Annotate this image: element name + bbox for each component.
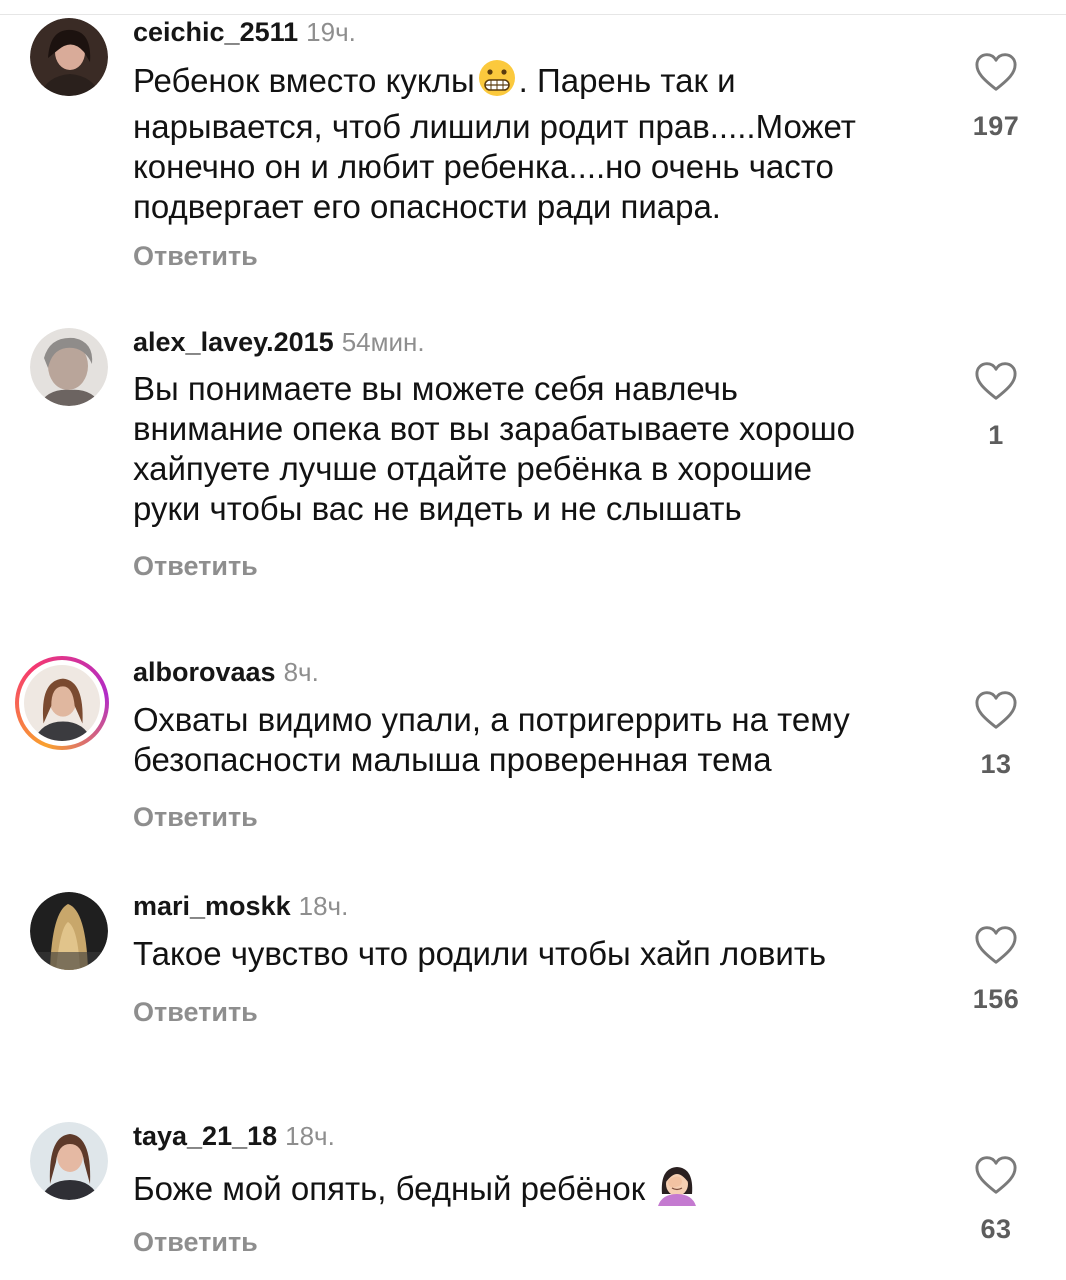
reply-button[interactable]: Ответить (133, 801, 258, 833)
heart-outline-icon[interactable] (974, 925, 1018, 965)
avatar[interactable] (30, 18, 108, 96)
like-count: 156 (972, 984, 1020, 1014)
timestamp: 19ч. (306, 17, 356, 47)
avatar-image (30, 1122, 108, 1200)
like-count: 63 (980, 1214, 1012, 1244)
timestamp: 18ч. (285, 1121, 335, 1151)
avatar-image (30, 328, 108, 406)
avatar-story-ring[interactable] (15, 656, 109, 750)
avatar[interactable] (30, 1122, 108, 1200)
comment-header: ceichic_2511 19ч. (133, 16, 356, 48)
top-divider (0, 0, 1066, 15)
avatar[interactable] (30, 328, 108, 406)
avatar[interactable] (30, 892, 108, 970)
like-control: 63 (958, 1155, 1034, 1245)
like-control: 13 (958, 690, 1034, 780)
comment-text-part: Ребенок вместо куклы (133, 62, 475, 99)
reply-button[interactable]: Ответить (133, 240, 258, 272)
like-control: 197 (958, 52, 1034, 142)
reply-button[interactable]: Ответить (133, 1226, 258, 1258)
comment-text: Вы понимаете вы можете себя навлечь вним… (133, 370, 856, 527)
timestamp: 8ч. (283, 657, 319, 687)
comment-text-part: . Парень так и (518, 62, 736, 99)
heart-outline-icon[interactable] (974, 361, 1018, 401)
reply-button[interactable]: Ответить (133, 550, 258, 582)
comment-header: mari_moskk 18ч. (133, 890, 348, 922)
comment-text-part: Боже мой опять, бедный ребёнок (133, 1170, 646, 1207)
username[interactable]: mari_moskk (133, 891, 291, 921)
heart-outline-icon[interactable] (974, 1155, 1018, 1195)
comment-text: Боже мой опять, бедный ребёнок (133, 1164, 933, 1215)
avatar-image (30, 18, 108, 96)
comment-text: Охваты видимо упали, а потригеррить на т… (133, 701, 850, 778)
username[interactable]: alborovaas (133, 657, 276, 687)
reply-button[interactable]: Ответить (133, 996, 258, 1028)
comment-text: Такое чувство что родили чтобы хайп лови… (133, 935, 827, 972)
like-count: 13 (980, 749, 1012, 779)
comment-header: alborovaas 8ч. (133, 656, 319, 688)
heart-outline-icon[interactable] (974, 52, 1018, 92)
username[interactable]: alex_lavey.2015 (133, 327, 334, 357)
heart-outline-icon[interactable] (974, 690, 1018, 730)
avatar-image (24, 665, 100, 741)
timestamp: 18ч. (298, 891, 349, 921)
grimacing-face-icon (475, 58, 519, 107)
like-control: 156 (958, 925, 1034, 1015)
username[interactable]: taya_21_18 (133, 1121, 277, 1151)
comment-header: alex_lavey.2015 54мин. (133, 326, 425, 358)
comment-text-part: нарывается, чтоб лишили родит прав.....М… (133, 108, 856, 225)
like-count: 197 (972, 111, 1020, 141)
avatar-image (30, 892, 108, 970)
woman-facepalming-icon (654, 1164, 700, 1215)
username[interactable]: ceichic_2511 (133, 17, 298, 47)
comment-header: taya_21_18 18ч. (133, 1120, 335, 1152)
like-control: 1 (958, 361, 1034, 451)
timestamp: 54мин. (341, 327, 425, 357)
comment-text: Ребенок вместо куклы . Парень так и нарыв… (133, 58, 933, 227)
like-count: 1 (988, 420, 1004, 450)
